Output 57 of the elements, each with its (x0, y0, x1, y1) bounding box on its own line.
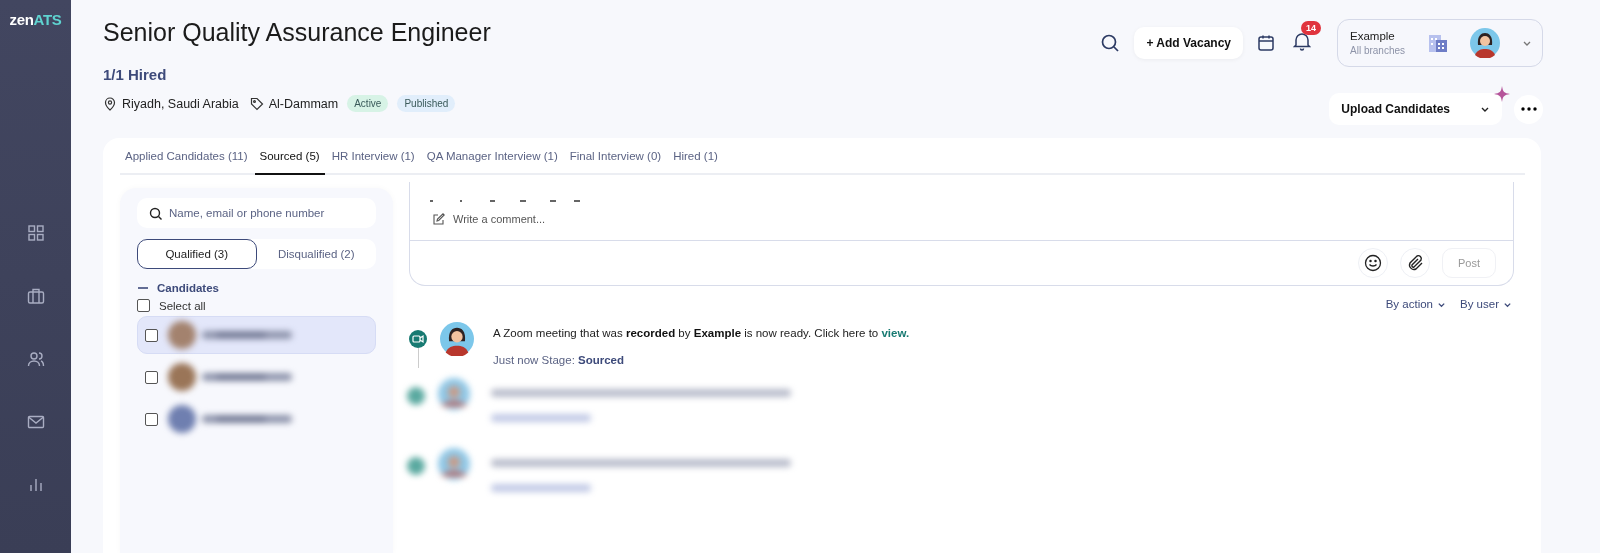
account-branches: All branches (1350, 45, 1406, 56)
building-icon (1426, 32, 1449, 54)
search-icon (149, 207, 163, 221)
emoji-button[interactable] (1358, 248, 1388, 278)
location-pin-icon (103, 96, 117, 111)
filter-dropdown[interactable]: By action (1385, 298, 1446, 310)
edit-icon (432, 212, 445, 226)
stage-tab[interactable]: Applied Candidates (11) (120, 138, 253, 175)
candidate-row[interactable] (137, 316, 376, 354)
account-switcher[interactable]: Example All branches (1337, 19, 1543, 67)
select-all-label: Select all (159, 299, 206, 312)
add-vacancy-button[interactable]: + Add Vacancy (1134, 27, 1243, 59)
sparkle-icon (1494, 86, 1510, 102)
stage-tab[interactable]: HR Interview (1) (326, 138, 420, 175)
location-text: Riyadh, Saudi Arabia (122, 96, 239, 111)
filter-tab[interactable]: Disqualified (2) (256, 239, 376, 269)
user-avatar (1470, 28, 1501, 58)
collapse-icon[interactable] (137, 286, 149, 290)
job-title: Senior Quality Assurance Engineer (103, 18, 491, 47)
notification-badge: 14 (1301, 21, 1321, 35)
hired-count: 1/1 Hired (103, 66, 168, 83)
filter-tab[interactable]: Qualified (3) (137, 239, 257, 269)
checkbox[interactable] (145, 328, 158, 342)
branch-text: Al-Dammam (268, 96, 339, 111)
upload-candidates-button[interactable]: Upload Candidates (1329, 93, 1502, 125)
status-badge: Published (397, 95, 456, 112)
user-avatar (440, 322, 474, 356)
stage-tab[interactable]: Hired (1) (668, 138, 723, 175)
status-badge: Active (347, 95, 389, 112)
event-message: A Zoom meeting that was recorded by Example is now ready. Click here to view. (493, 327, 910, 339)
stage-tab[interactable]: Final Interview (0) (564, 138, 667, 175)
stage-tab[interactable]: Sourced (5) (254, 138, 325, 175)
checkbox[interactable] (145, 370, 158, 384)
search-icon[interactable] (1100, 33, 1121, 53)
search-field[interactable]: Name, email or phone number (137, 198, 376, 228)
attach-button[interactable] (1400, 248, 1430, 278)
briefcase-icon[interactable] (25, 286, 46, 306)
people-icon[interactable] (25, 349, 46, 369)
tag-icon (249, 96, 264, 111)
video-camera-icon (409, 330, 427, 348)
event-meta: Just now Stage: Sourced (493, 354, 626, 366)
grid-icon[interactable] (25, 223, 46, 243)
comment-input[interactable]: Write a comment... (451, 212, 755, 226)
paperclip-icon (1406, 254, 1424, 272)
candidates-heading: Candidates (157, 282, 219, 294)
more-options-button[interactable] (1514, 94, 1543, 124)
ellipsis-icon (1520, 107, 1537, 111)
smiley-icon (1364, 254, 1382, 272)
checkbox[interactable] (145, 412, 158, 426)
account-name: Example (1350, 30, 1396, 42)
stage-tab[interactable]: QA Manager Interview (1) (421, 138, 563, 175)
checkbox[interactable] (137, 299, 150, 312)
logo: zenATS (9, 11, 62, 28)
bell-icon[interactable] (1293, 31, 1311, 51)
view-link[interactable]: view. (881, 327, 910, 339)
calendar-icon[interactable] (1257, 34, 1275, 52)
filter-dropdown[interactable]: By user (1460, 298, 1512, 310)
